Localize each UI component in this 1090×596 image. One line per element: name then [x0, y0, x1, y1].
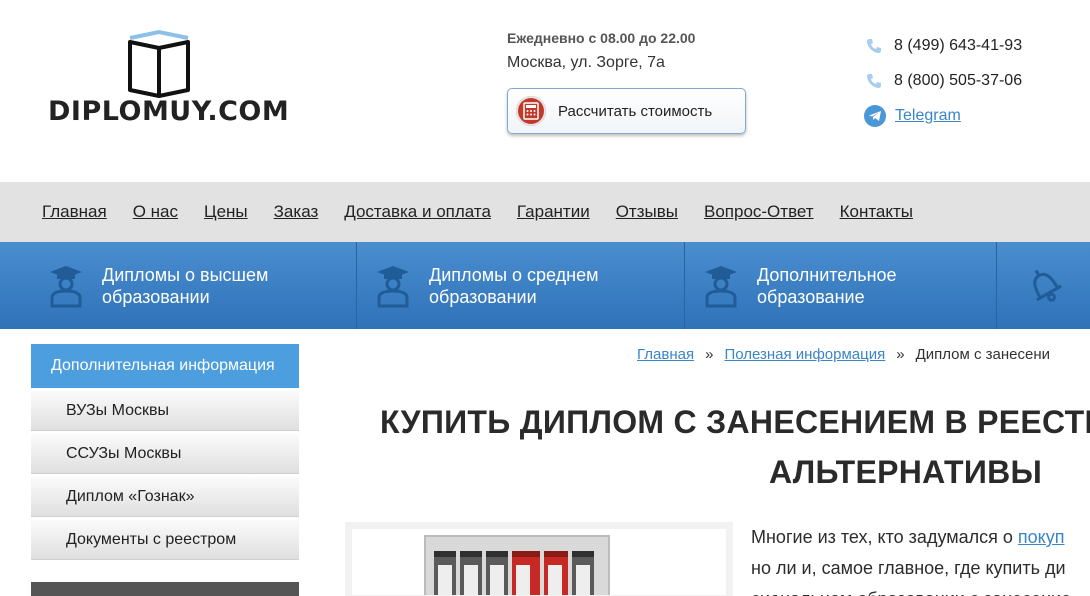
breadcrumb: Главная » Полезная информация » Диплом с зан…: [637, 346, 1050, 363]
binder: [434, 551, 456, 595]
article-image: [345, 522, 733, 596]
nav-faq[interactable]: Вопрос-Ответ: [704, 202, 814, 222]
nav-delivery[interactable]: Доставка и оплата: [344, 202, 491, 222]
nav-guarantees[interactable]: Гарантии: [517, 202, 590, 222]
graduate-icon: [40, 264, 92, 308]
nav-prices[interactable]: Цены: [204, 202, 248, 222]
sidebar-heading: Дополнительная информация: [31, 344, 299, 388]
main-nav: Главная О нас Цены Заказ Доставка и опла…: [0, 182, 1090, 242]
breadcrumb-current: Диплом с занесени: [915, 346, 1050, 363]
nav-home[interactable]: Главная: [42, 202, 107, 222]
category-bell[interactable]: [997, 242, 1090, 329]
bell-icon: [1019, 264, 1071, 308]
graduate-icon: [695, 264, 747, 308]
nav-about[interactable]: О нас: [133, 202, 178, 222]
calculator-icon: [516, 96, 546, 126]
calculate-price-button[interactable]: Рассчитать стоимость: [507, 88, 746, 134]
breadcrumb-home[interactable]: Главная: [637, 346, 694, 363]
phone-number-2: 8 (800) 505-37-06: [894, 71, 1023, 89]
sidebar-dark-block: [31, 582, 299, 596]
binder: [572, 551, 594, 595]
page-title-line2: АЛЬТЕРНАТИВЫ: [769, 454, 1043, 490]
category-line1: Дипломы о среднем: [429, 264, 599, 285]
calculate-price-label: Рассчитать стоимость: [558, 102, 713, 120]
contact-block: Ежедневно с 08.00 до 22.00 Москва, ул. З…: [507, 30, 695, 72]
logo[interactable]: DIPLOMUY.COM: [48, 24, 289, 134]
sidebar-item-colleges[interactable]: ССУЗы Москвы: [31, 434, 299, 474]
para-line2: но ли и, самое главное, где купить ди: [751, 558, 1066, 578]
working-hours: Ежедневно с 08.00 до 22.00: [507, 30, 696, 46]
sidebar-item-registry-docs[interactable]: Документы с реестром: [31, 520, 299, 560]
telegram-row[interactable]: Telegram: [864, 98, 1022, 133]
binders-illustration: [352, 529, 726, 595]
breadcrumb-separator: »: [896, 346, 905, 363]
buy-link[interactable]: покуп: [1018, 527, 1065, 547]
para-line1: Многие из тех, кто задумался о: [751, 527, 1018, 547]
page-title-line1: КУПИТЬ ДИПЛОМ С ЗАНЕСЕНИЕМ В РЕЕСТР: [380, 404, 1090, 440]
nav-contacts[interactable]: Контакты: [840, 202, 913, 222]
sidebar-item-goznak[interactable]: Диплом «Гознак»: [31, 477, 299, 517]
telegram-icon: [864, 104, 886, 127]
address: Москва, ул. Зорге, 7а: [507, 54, 665, 71]
category-bar: Дипломы о высшем образовании Дипломы о с…: [0, 242, 1090, 329]
category-additional-education[interactable]: Дополнительное образование: [685, 242, 997, 329]
phone-icon: [864, 36, 884, 56]
nav-reviews[interactable]: Отзывы: [616, 202, 678, 222]
breadcrumb-section[interactable]: Полезная информация: [724, 346, 885, 363]
category-line2: образование: [757, 286, 865, 307]
category-line1: Дипломы о высшем: [102, 264, 269, 285]
site-header: DIPLOMUY.COM Ежедневно с 08.00 до 22.00 …: [0, 0, 1090, 182]
phone-number-1: 8 (499) 643-41-93: [894, 36, 1023, 54]
phone-row-1[interactable]: 8 (499) 643-41-93: [864, 28, 1022, 63]
category-line2: образовании: [429, 286, 537, 307]
binder-red: [512, 551, 540, 595]
telegram-link[interactable]: Telegram: [895, 107, 961, 125]
phone-icon: [864, 71, 884, 91]
category-higher-education[interactable]: Дипломы о высшем образовании: [0, 242, 357, 329]
graduate-icon: [367, 264, 419, 308]
phone-row-2[interactable]: 8 (800) 505-37-06: [864, 63, 1022, 98]
phones-block: 8 (499) 643-41-93 8 (800) 505-37-06 Tele…: [864, 28, 1022, 133]
category-line1: Дополнительное: [757, 264, 897, 285]
nav-order[interactable]: Заказ: [274, 202, 319, 222]
binder-red: [544, 551, 568, 595]
article-text: Многие из тех, кто задумался о покуп но …: [751, 522, 1090, 596]
category-secondary-education[interactable]: Дипломы о среднем образовании: [357, 242, 685, 329]
breadcrumb-separator: »: [705, 346, 714, 363]
open-book-icon: [128, 29, 190, 98]
para-line3: сиональном образовании с занесение: [751, 584, 1090, 596]
category-line2: образовании: [102, 286, 210, 307]
shelf: [424, 535, 610, 595]
sidebar-item-universities[interactable]: ВУЗы Москвы: [31, 391, 299, 431]
binder: [460, 551, 482, 595]
sidebar: Дополнительная информация ВУЗы Москвы СС…: [31, 344, 299, 560]
logo-text: DIPLOMUY.COM: [48, 96, 290, 127]
binder: [486, 551, 508, 595]
